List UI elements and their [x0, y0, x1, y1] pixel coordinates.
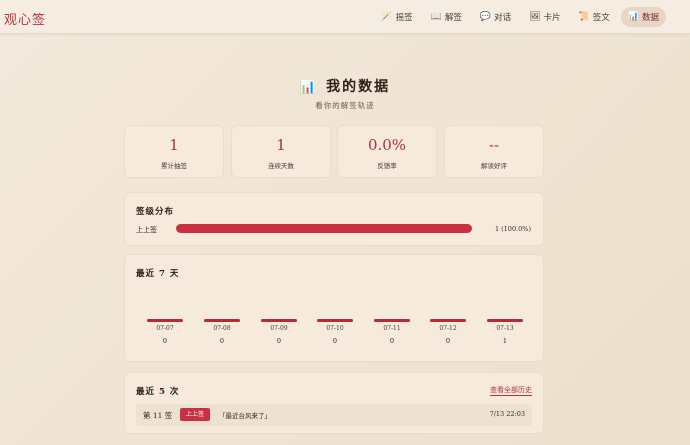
- level-distribution-card: 签级分布 上上签 1 (100.0%): [124, 192, 544, 246]
- day-column: 07-10 0: [317, 319, 353, 345]
- day-count: 0: [445, 337, 451, 345]
- nav-item-label: 数据: [641, 13, 659, 23]
- day-count: 0: [219, 337, 225, 345]
- nav-item-draw[interactable]: 🪄 摇签: [374, 7, 419, 27]
- page-subtitle: 看你的解签轨迹: [315, 101, 375, 110]
- page-heading: 📊 我的数据: [0, 76, 690, 96]
- level-badge: 上上签: [180, 408, 211, 421]
- day-bar: [147, 319, 183, 322]
- stat-label: 连续天数: [268, 162, 294, 170]
- day-date: 07-11: [383, 325, 401, 332]
- bar-chart-icon: 📊: [627, 12, 639, 22]
- scroll-icon: 📜: [578, 12, 590, 22]
- stat-value: --: [488, 136, 500, 154]
- nav-item-label: 签文: [592, 13, 610, 23]
- nav-item-label: 对话: [494, 13, 512, 23]
- distribution-count: 1 (100.0%): [494, 225, 531, 233]
- day-count: 0: [162, 337, 168, 345]
- stat-card-feedback-rate: 0.0% 反馈率: [337, 125, 437, 178]
- stat-card-total-draws: 1 累计抽签: [124, 125, 224, 178]
- stat-card-positive-reviews: -- 解读好评: [444, 125, 544, 178]
- distribution-label: 上上签: [136, 226, 157, 234]
- top-navigation-bar: 观心签 🪄 摇签 📖 解签 💬 对话 🖼 卡片 📜 签文 📊 数据: [0, 0, 690, 34]
- day-date: 07-08: [213, 325, 231, 332]
- day-date: 07-12: [439, 325, 457, 332]
- day-bar: [317, 319, 353, 322]
- day-column: 07-09 0: [261, 319, 297, 345]
- day-bar: [204, 319, 240, 322]
- nav-item-poems[interactable]: 📜 签文: [572, 7, 617, 27]
- distribution-bar-fill: [176, 224, 472, 233]
- history-row[interactable]: 第 11 签 上上签 「最近台风来了」 7/13 22:03: [136, 404, 532, 426]
- day-date: 07-09: [270, 325, 288, 332]
- day-column: 07-11 0: [374, 319, 410, 345]
- stat-label: 反馈率: [377, 162, 397, 170]
- main-nav: 🪄 摇签 📖 解签 💬 对话 🖼 卡片 📜 签文 📊 数据: [374, 7, 666, 27]
- section-title: 签级分布: [136, 207, 175, 217]
- day-date: 07-13: [496, 325, 514, 332]
- nav-item-data[interactable]: 📊 数据: [620, 7, 666, 27]
- stat-card-streak-days: 1 连续天数: [231, 125, 331, 178]
- recent-days-card: 最近 7 天 07-07 0 07-08 0 07-09 0 07-10 0 0…: [124, 254, 544, 362]
- nav-item-chat[interactable]: 💬 对话: [473, 7, 518, 27]
- day-column: 07-07 0: [147, 319, 183, 345]
- history-question: 「最近台风来了」: [219, 412, 271, 420]
- view-all-history-link[interactable]: 查看全部历史: [490, 385, 532, 396]
- history-lot-number: 第 11 签: [143, 411, 173, 420]
- history-timestamp: 7/13 22:03: [489, 410, 525, 418]
- nav-item-label: 摇签: [395, 13, 413, 23]
- day-count: 0: [276, 337, 282, 345]
- stat-label: 累计抽签: [161, 162, 187, 170]
- nav-item-interpret[interactable]: 📖 解签: [424, 7, 469, 27]
- page-title: 我的数据: [326, 79, 391, 95]
- stat-label: 解读好评: [481, 162, 507, 170]
- stat-value: 1: [169, 136, 179, 154]
- bar-chart-icon: 📊: [299, 80, 319, 95]
- book-icon: 📖: [430, 12, 442, 22]
- stat-value: 0.0%: [367, 136, 407, 154]
- day-count: 0: [332, 337, 338, 345]
- day-column: 07-08 0: [204, 319, 240, 345]
- day-date: 07-10: [326, 325, 344, 332]
- distribution-bar-track: [176, 224, 472, 233]
- nav-item-label: 解签: [444, 13, 462, 23]
- day-count: 0: [389, 337, 395, 345]
- brand-logo[interactable]: 观心签: [4, 9, 46, 28]
- section-title: 最近 7 天: [136, 269, 180, 279]
- day-bar: [261, 319, 297, 322]
- stat-value: 1: [276, 136, 286, 154]
- day-bar: [374, 319, 410, 322]
- day-column: 07-12 0: [430, 319, 466, 345]
- chat-bubble-icon: 💬: [479, 12, 492, 22]
- section-title: 最近 5 次: [136, 387, 180, 397]
- day-bar: [430, 319, 466, 322]
- day-count: 1: [502, 337, 508, 345]
- day-date: 07-07: [156, 325, 174, 332]
- day-column: 07-13 1: [487, 319, 523, 345]
- nav-item-label: 卡片: [543, 13, 561, 23]
- picture-card-icon: 🖼: [529, 12, 541, 22]
- nav-item-cards[interactable]: 🖼 卡片: [522, 7, 567, 27]
- day-bar: [487, 319, 523, 322]
- wand-icon: 🪄: [381, 12, 393, 22]
- recent-history-card: 最近 5 次 查看全部历史 第 11 签 上上签 「最近台风来了」 7/13 2…: [124, 372, 544, 434]
